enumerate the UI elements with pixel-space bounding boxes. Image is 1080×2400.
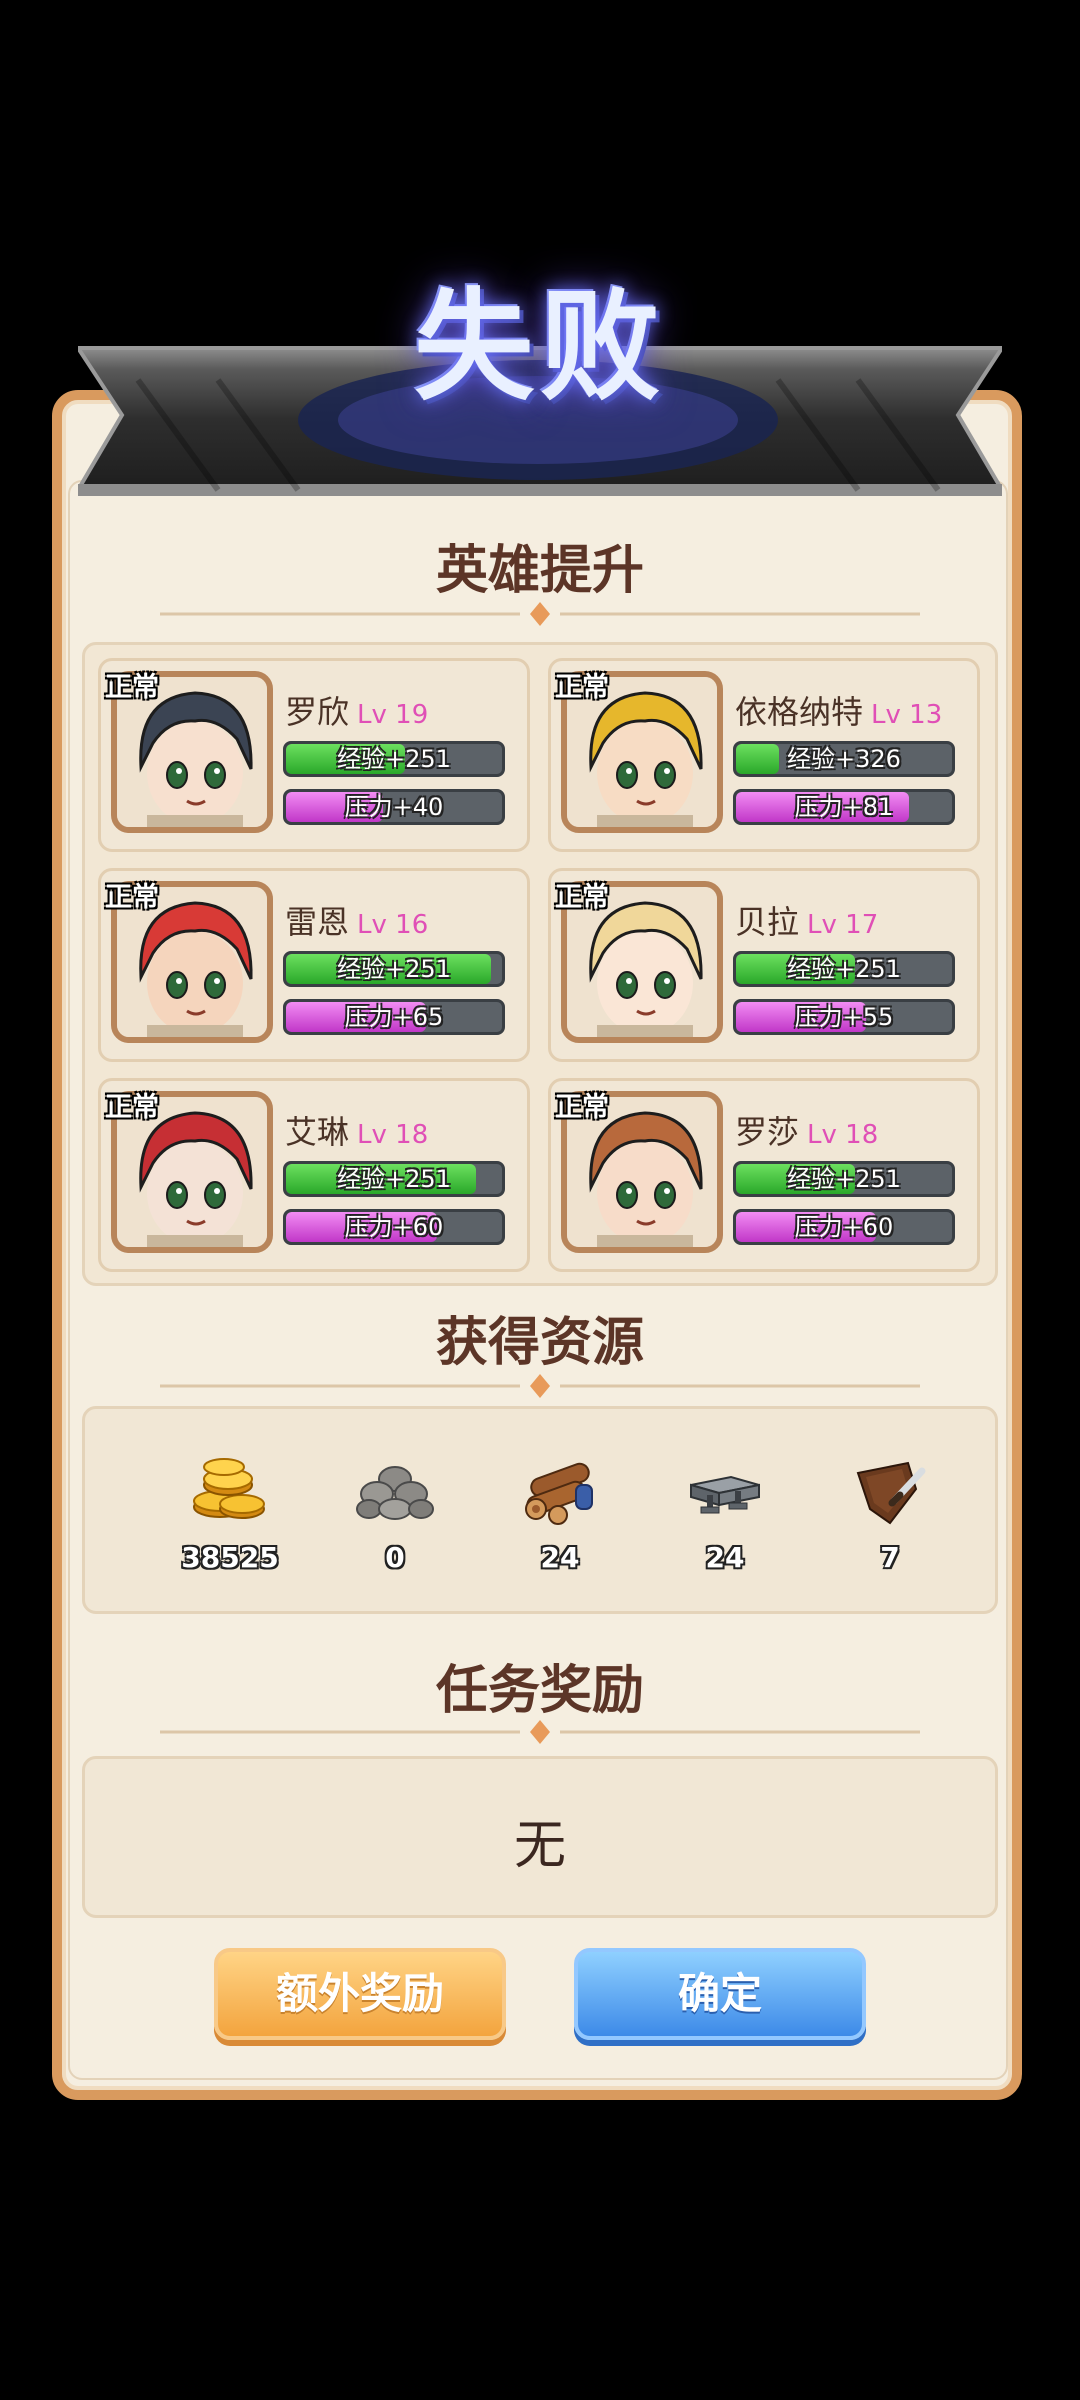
- resource-count: 24: [705, 1541, 745, 1574]
- section-title-resources: 获得资源: [435, 1313, 644, 1373]
- section-title-task-reward: 任务奖励: [435, 1661, 644, 1721]
- hero-name-line: 依格纳特 Lv 13: [735, 687, 942, 733]
- pressure-gain-label: 压力+55: [794, 1003, 894, 1031]
- pressure-gain-label: 压力+60: [344, 1213, 444, 1241]
- hero-level: Lv 13: [871, 700, 943, 730]
- exp-bar: 经验+251: [283, 951, 505, 987]
- exp-bar: 经验+326: [733, 741, 955, 777]
- resource-item-wood: 24: [495, 1449, 625, 1589]
- exp-bar: 经验+251: [733, 1161, 955, 1197]
- hero-name-line: 贝拉 Lv 17: [735, 897, 878, 943]
- task-reward-value: 无: [513, 1816, 566, 1876]
- exp-gain-label: 经验+326: [787, 745, 901, 773]
- exp-gain-label: 经验+251: [787, 1165, 901, 1193]
- section-divider: [160, 1720, 920, 1744]
- task-reward-box: 无: [82, 1756, 998, 1918]
- pressure-bar: 压力+60: [733, 1209, 955, 1245]
- confirm-button[interactable]: 确定: [574, 1948, 866, 2040]
- resource-count: 24: [540, 1541, 580, 1574]
- hero-state-label: 正常: [555, 1092, 609, 1123]
- pressure-bar: 压力+60: [283, 1209, 505, 1245]
- hero-name: 雷恩: [285, 903, 350, 941]
- resource-item-leather: 7: [825, 1449, 955, 1589]
- leather-icon: [856, 1461, 926, 1525]
- hero-state-label: 正常: [555, 882, 609, 913]
- section-title-hero-upgrade: 英雄提升: [435, 541, 644, 601]
- hero-name: 艾琳: [285, 1113, 350, 1151]
- hero-state-label: 正常: [105, 1092, 159, 1123]
- hero-name: 罗欣: [285, 693, 350, 731]
- exp-bar: 经验+251: [733, 951, 955, 987]
- exp-gain-label: 经验+251: [337, 745, 451, 773]
- hero-card: 正常 雷恩 Lv 16 经验+251 压力+65: [98, 868, 530, 1062]
- hero-level: Lv 18: [807, 1120, 879, 1150]
- stone-icon: [356, 1466, 434, 1520]
- hero-name-line: 雷恩 Lv 16: [285, 897, 428, 943]
- hero-name: 依格纳特: [735, 693, 864, 731]
- hero-name: 罗莎: [735, 1113, 800, 1151]
- pressure-bar: 压力+65: [283, 999, 505, 1035]
- wood-logs-icon: [525, 1462, 593, 1525]
- resource-item-iron: 24: [660, 1449, 790, 1589]
- pressure-gain-label: 压力+65: [344, 1003, 444, 1031]
- pressure-bar: 压力+40: [283, 789, 505, 825]
- hero-level: Lv 16: [357, 910, 429, 940]
- hero-state-label: 正常: [105, 672, 159, 703]
- hero-level: Lv 18: [357, 1120, 429, 1150]
- exp-gain-label: 经验+251: [337, 955, 451, 983]
- hero-name-line: 罗莎 Lv 18: [735, 1107, 878, 1153]
- hero-card: 正常 罗莎 Lv 18 经验+251 压力+60: [548, 1078, 980, 1272]
- iron-ingot-icon: [690, 1475, 760, 1514]
- pressure-gain-label: 压力+60: [794, 1213, 894, 1241]
- resource-count: 0: [385, 1541, 405, 1574]
- resource-item-gold: 38525: [165, 1449, 295, 1589]
- defeat-title: 失败: [414, 278, 666, 417]
- hero-card: 正常 罗欣 Lv 19 经验+251 压力+40: [98, 658, 530, 852]
- exp-bar: 经验+251: [283, 1161, 505, 1197]
- resource-count: 38525: [181, 1541, 279, 1574]
- gold-coins-icon: [193, 1458, 265, 1519]
- pressure-gain-label: 压力+81: [794, 793, 894, 821]
- extra-reward-button[interactable]: 额外奖励: [214, 1948, 506, 2040]
- hero-level: Lv 19: [357, 700, 429, 730]
- hero-name-line: 艾琳 Lv 18: [285, 1107, 428, 1153]
- section-divider: [160, 602, 920, 626]
- exp-gain-label: 经验+251: [787, 955, 901, 983]
- hero-name-line: 罗欣 Lv 19: [285, 687, 428, 733]
- resource-count: 7: [880, 1541, 900, 1574]
- hero-card: 正常 艾琳 Lv 18 经验+251 压力+60: [98, 1078, 530, 1272]
- hero-state-label: 正常: [555, 672, 609, 703]
- hero-level: Lv 17: [807, 910, 879, 940]
- hero-card: 正常 依格纳特 Lv 13 经验+326 压力+81: [548, 658, 980, 852]
- hero-state-label: 正常: [105, 882, 159, 913]
- resource-list: 38525 0 24 24 7: [82, 1406, 998, 1614]
- hero-card: 正常 贝拉 Lv 17 经验+251 压力+55: [548, 868, 980, 1062]
- pressure-gain-label: 压力+40: [344, 793, 444, 821]
- hero-name: 贝拉: [735, 903, 800, 941]
- exp-gain-label: 经验+251: [337, 1165, 451, 1193]
- pressure-bar: 压力+55: [733, 999, 955, 1035]
- section-divider: [160, 1374, 920, 1398]
- exp-bar: 经验+251: [283, 741, 505, 777]
- pressure-bar: 压力+81: [733, 789, 955, 825]
- resource-item-stone: 0: [330, 1449, 460, 1589]
